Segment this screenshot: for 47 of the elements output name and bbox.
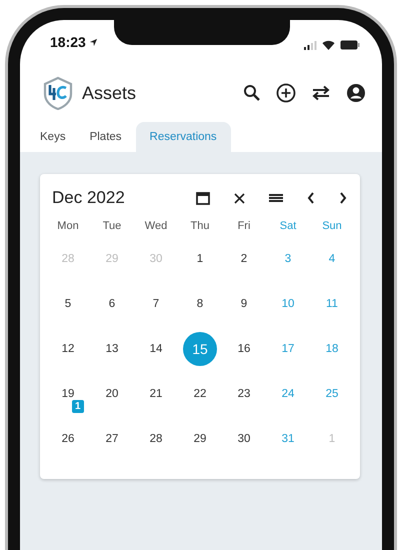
weekday-label: Thu (190, 220, 210, 232)
calendar-day[interactable]: 9 (227, 286, 261, 320)
calendar-day[interactable]: 21 (139, 376, 173, 410)
calendar-day[interactable]: 16 (227, 332, 261, 366)
app-title: Assets (82, 82, 136, 104)
search-icon[interactable] (243, 84, 261, 102)
weekday-label: Tue (102, 220, 122, 232)
calendar-day[interactable]: 6 (95, 286, 129, 320)
location-arrow-icon (88, 38, 98, 46)
shield-logo-icon (42, 76, 74, 110)
chevron-left-icon[interactable] (306, 191, 316, 205)
calendar-day[interactable]: 23 (227, 376, 261, 410)
menu-icon[interactable] (268, 192, 284, 204)
weekday-label: Fri (238, 220, 250, 232)
battery-icon (340, 40, 360, 50)
add-circle-icon[interactable] (276, 83, 296, 103)
calendar-day[interactable]: 26 (51, 422, 85, 456)
tab[interactable]: Plates (80, 122, 132, 152)
calendar-day[interactable]: 2 (227, 242, 261, 276)
calendar-day[interactable]: 12 (51, 332, 85, 366)
calendar-day[interactable]: 14 (139, 332, 173, 366)
weekday-label: Sat (280, 220, 296, 232)
weekday-label: Wed (144, 220, 168, 232)
event-count-badge: 1 (72, 400, 84, 413)
calendar-day[interactable]: 8 (183, 286, 217, 320)
status-time: 18:23 (50, 34, 86, 50)
wifi-icon (322, 40, 335, 50)
chevron-right-icon[interactable] (338, 191, 348, 205)
signal-icon (304, 40, 317, 50)
calendar-day[interactable]: 30 (227, 422, 261, 456)
calendar-icon[interactable] (195, 190, 211, 206)
account-icon[interactable] (346, 83, 366, 103)
calendar-day[interactable]: 13 (95, 332, 129, 366)
calendar-day[interactable]: 29 (183, 422, 217, 456)
calendar-day[interactable]: 1 (183, 242, 217, 276)
calendar-day[interactable]: 22 (183, 376, 217, 410)
calendar-day[interactable]: 28 (139, 422, 173, 456)
close-icon[interactable] (233, 192, 246, 204)
swap-arrows-icon[interactable] (311, 84, 331, 102)
calendar-day[interactable]: 7 (139, 286, 173, 320)
calendar-day[interactable]: 20 (95, 376, 129, 410)
calendar-day[interactable]: 5 (51, 286, 85, 320)
month-label: Dec 2022 (52, 188, 125, 208)
calendar-day[interactable]: 27 (95, 422, 129, 456)
weekday-label: Mon (57, 220, 79, 232)
weekday-label: Sun (322, 220, 342, 232)
tab[interactable]: Keys (30, 122, 76, 152)
